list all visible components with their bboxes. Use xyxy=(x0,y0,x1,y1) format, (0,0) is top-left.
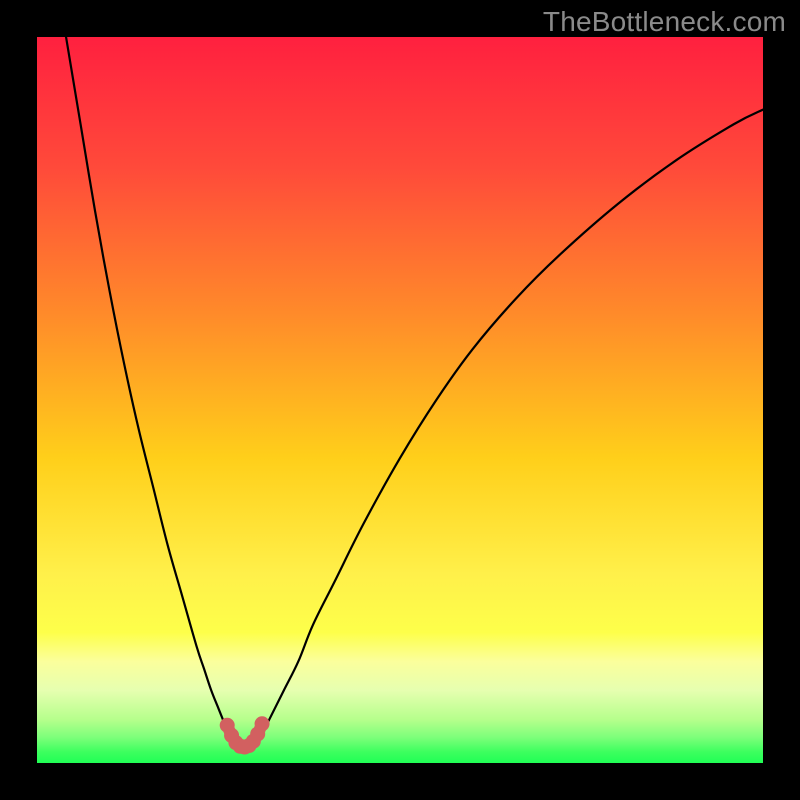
marker-dot xyxy=(255,716,270,731)
gradient-background xyxy=(37,37,763,763)
watermark-text: TheBottleneck.com xyxy=(543,6,786,38)
chart-frame: TheBottleneck.com xyxy=(0,0,800,800)
bottleneck-chart xyxy=(37,37,763,763)
